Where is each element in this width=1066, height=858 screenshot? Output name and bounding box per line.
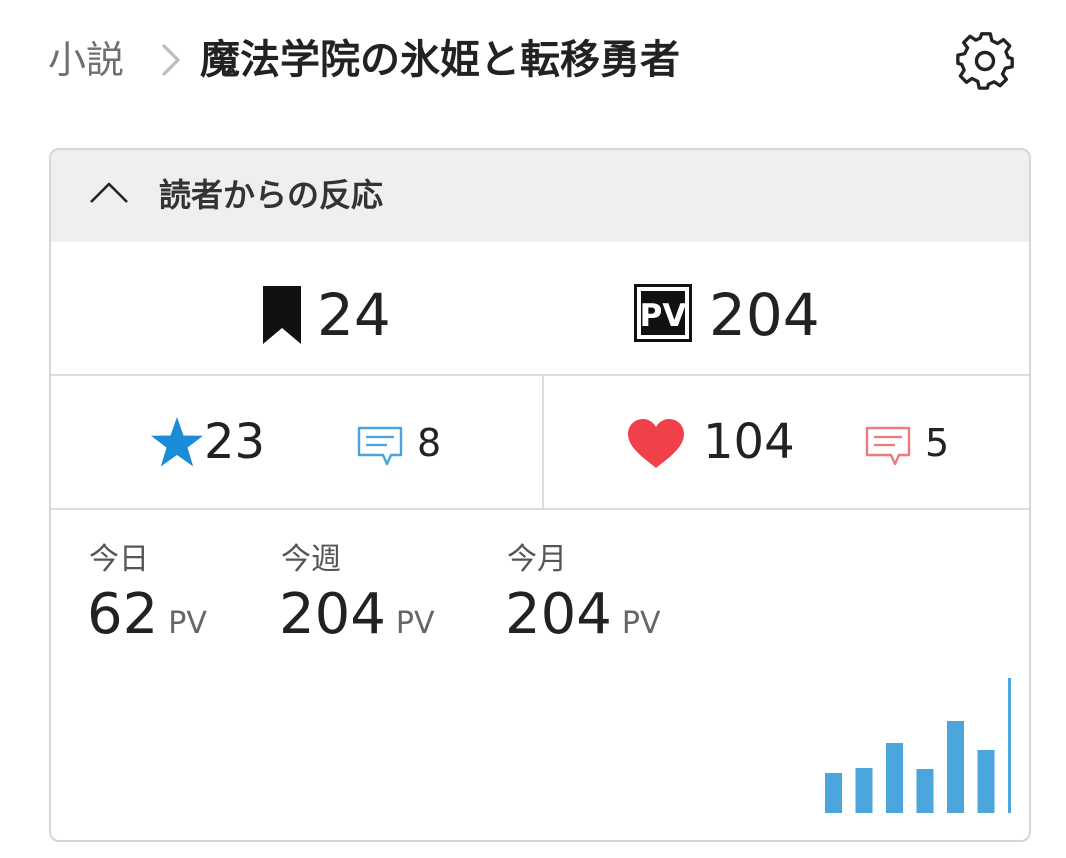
star-count: 23	[204, 414, 266, 470]
week-pv-value: 204	[279, 582, 386, 647]
gear-icon[interactable]	[954, 30, 1016, 92]
chart-bar	[916, 769, 934, 813]
pv-bar-chart	[825, 678, 1011, 813]
reactions-row: 23 8 104 5	[51, 376, 1029, 510]
month-pv: 204 PV	[505, 582, 661, 657]
pv-icon: PV	[634, 284, 692, 342]
header: 小説 魔法学院の氷姫と転移勇者	[48, 22, 1028, 102]
svg-text:PV: PV	[640, 298, 687, 334]
chart-bar	[886, 743, 903, 813]
pv-total-count: 204	[709, 281, 820, 349]
totals-row: 24 PV 204	[51, 242, 1029, 376]
reactions-panel-title: 読者からの反応	[159, 176, 384, 214]
pv-unit: PV	[621, 606, 661, 641]
comment-icon[interactable]	[357, 426, 403, 466]
today-pv: 62 PV	[87, 582, 207, 657]
breadcrumb-parent[interactable]: 小説	[48, 34, 124, 86]
chevron-up-icon[interactable]	[87, 178, 131, 208]
chart-bar	[1008, 678, 1011, 813]
today-label: 今日	[89, 542, 149, 577]
comment-icon[interactable]	[865, 426, 911, 466]
chart-bar	[947, 721, 964, 813]
pv-unit: PV	[395, 606, 435, 641]
heart-icon	[628, 419, 684, 468]
chart-bar	[977, 750, 995, 813]
page-title: 魔法学院の氷姫と転移勇者	[200, 37, 680, 83]
bookmark-count: 24	[317, 281, 391, 349]
star-icon	[151, 417, 203, 467]
month-label: 今月	[507, 542, 567, 577]
week-pv: 204 PV	[279, 582, 435, 657]
column-divider	[542, 376, 544, 508]
chart-bar	[855, 768, 873, 813]
star-comment-count: 8	[417, 421, 442, 465]
week-label: 今週	[281, 542, 341, 577]
heart-comment-count: 5	[925, 421, 950, 465]
pv-unit: PV	[168, 606, 207, 641]
heart-count: 104	[703, 414, 795, 470]
month-pv-value: 204	[505, 582, 612, 647]
bookmark-icon	[263, 286, 301, 344]
reactions-panel-header[interactable]: 読者からの反応	[51, 150, 1029, 242]
chart-bar	[825, 773, 842, 813]
reactions-panel: 読者からの反応 24 PV 204 23 8 104 5 今日 62 PV 今週…	[49, 148, 1031, 842]
chevron-right-icon	[162, 44, 180, 76]
today-pv-value: 62	[87, 582, 159, 647]
